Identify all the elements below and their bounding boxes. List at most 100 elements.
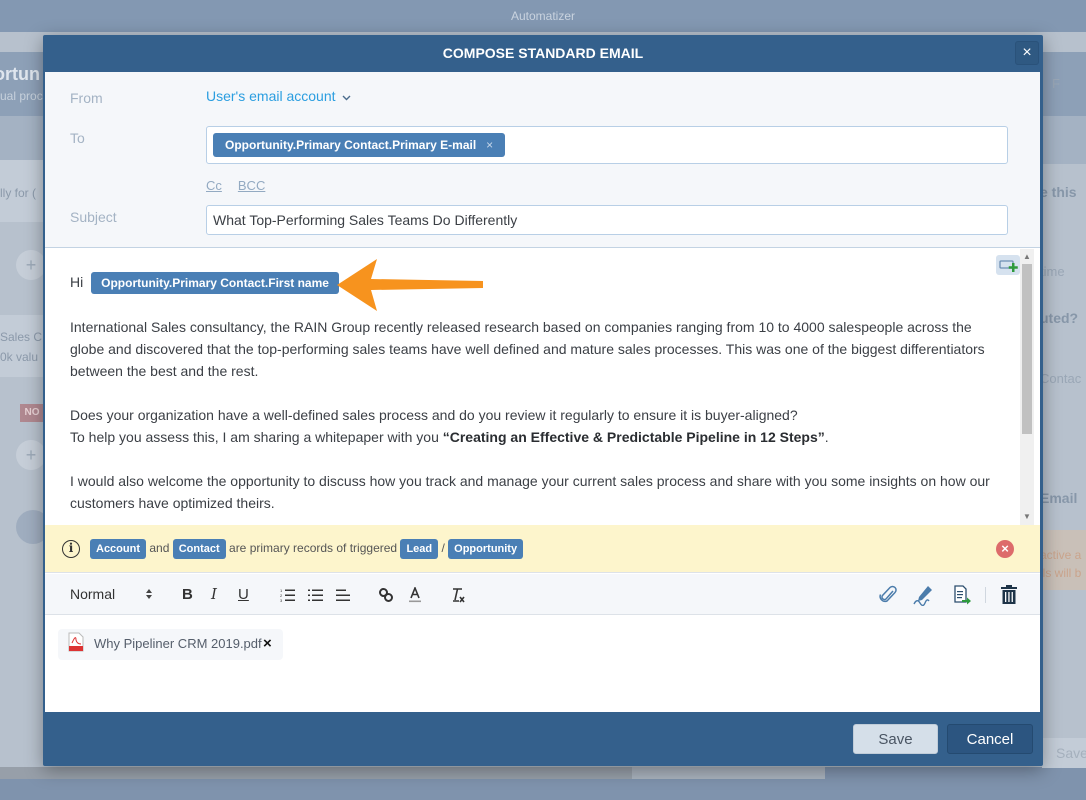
format-select-arrows-icon[interactable] bbox=[145, 574, 153, 615]
lead-token: Lead bbox=[400, 539, 439, 559]
background-left-card-2: Sales C 0k valu bbox=[0, 315, 44, 377]
insert-field-button[interactable] bbox=[996, 255, 1020, 275]
template-insert-icon bbox=[954, 585, 971, 605]
background-header-subtitle: ual proc bbox=[0, 89, 43, 103]
bcc-link[interactable]: BCC bbox=[238, 178, 265, 193]
subject-label: Subject bbox=[70, 209, 117, 225]
ordered-list-icon: 123 bbox=[280, 588, 295, 603]
first-name-token[interactable]: Opportunity.Primary Contact.First name bbox=[91, 272, 339, 294]
format-select-value: Normal bbox=[70, 586, 116, 602]
background-horizontal-scrollbar bbox=[0, 767, 825, 779]
background-contact-label: Contac bbox=[1040, 371, 1082, 386]
text-color-button[interactable] bbox=[408, 574, 422, 615]
underline-button[interactable]: U bbox=[238, 574, 249, 615]
bold-button[interactable]: B bbox=[182, 574, 193, 615]
app-title: Automatizer bbox=[510, 9, 576, 23]
background-left-card-2-line2: 0k valu bbox=[0, 350, 39, 364]
align-button[interactable] bbox=[336, 574, 352, 615]
save-button[interactable]: Save bbox=[853, 724, 938, 754]
body-paragraph-2-line2-suffix: . bbox=[824, 429, 829, 445]
email-body-editor[interactable]: Hi Opportunity.Primary Contact.First nam… bbox=[45, 249, 1040, 525]
attachment-item[interactable]: Why Pipeliner CRM 2019.pdf × bbox=[58, 629, 283, 660]
bullet-list-button[interactable] bbox=[308, 574, 324, 615]
insert-field-icon bbox=[999, 260, 1018, 272]
background-save-button: Save bbox=[1042, 738, 1086, 768]
clear-format-button[interactable] bbox=[450, 574, 466, 615]
dialog-footer: Save Cancel bbox=[43, 712, 1043, 766]
background-time-label: time bbox=[1040, 264, 1065, 279]
cc-bcc-links: Cc BCC bbox=[206, 178, 281, 193]
contact-token: Contact bbox=[172, 539, 226, 559]
remove-recipient-icon[interactable]: × bbox=[486, 138, 493, 152]
recipient-token-label: Opportunity.Primary Contact.Primary E-ma… bbox=[225, 138, 477, 152]
email-fields: From User's email account To Opportunity… bbox=[45, 72, 1040, 248]
dismiss-info-button[interactable]: × bbox=[996, 540, 1014, 558]
bullet-list-icon bbox=[308, 589, 323, 602]
background-left-card: lly for ( bbox=[0, 160, 44, 222]
background-question-2: uted? bbox=[1040, 310, 1079, 326]
background-warning-line2: ils will b bbox=[1040, 566, 1082, 580]
cc-link[interactable]: Cc bbox=[206, 178, 222, 193]
body-paragraph-2: Does your organization have a well-defin… bbox=[70, 404, 1000, 448]
from-label: From bbox=[70, 90, 103, 106]
background-header-title: ortun bbox=[0, 64, 40, 84]
dialog-body: From User's email account To Opportunity… bbox=[45, 72, 1040, 712]
delete-button[interactable] bbox=[1000, 574, 1018, 615]
cancel-button[interactable]: Cancel bbox=[947, 724, 1033, 754]
toolbar-divider bbox=[985, 587, 986, 603]
scroll-down-arrow-icon[interactable]: ▼ bbox=[1020, 511, 1034, 523]
whitepaper-title: “Creating an Effective & Predictable Pip… bbox=[442, 429, 825, 445]
greeting-line: Hi Opportunity.Primary Contact.First nam… bbox=[70, 271, 1000, 294]
info-icon: i bbox=[62, 540, 80, 558]
template-button[interactable] bbox=[953, 574, 971, 615]
background-warning: active a ils will b bbox=[1040, 530, 1086, 590]
editor-scrollbar[interactable]: ▲ ▼ bbox=[1020, 249, 1034, 525]
dialog-title: COMPOSE STANDARD EMAIL bbox=[442, 45, 644, 61]
close-button[interactable]: × bbox=[1015, 41, 1039, 65]
greeting-text: Hi bbox=[70, 274, 84, 290]
signature-button[interactable] bbox=[913, 574, 935, 615]
info-banner: i Account and Contact are primary record… bbox=[45, 525, 1040, 573]
to-label: To bbox=[70, 130, 85, 146]
scroll-thumb[interactable] bbox=[1022, 264, 1032, 434]
background-plus-icon-2: + bbox=[16, 440, 46, 470]
link-button[interactable] bbox=[378, 574, 394, 615]
body-paragraph-2-line1: Does your organization have a well-defin… bbox=[70, 407, 798, 423]
info-slash: / bbox=[441, 541, 445, 555]
format-select[interactable]: Normal bbox=[70, 574, 115, 615]
attachment-name: Why Pipeliner CRM 2019.pdf bbox=[94, 636, 262, 651]
info-and: and bbox=[149, 541, 170, 555]
body-paragraph-1: International Sales consultancy, the RAI… bbox=[70, 319, 985, 379]
orange-arrow-annotation bbox=[337, 259, 483, 311]
body-paragraph-2-line2-prefix: To help you assess this, I am sharing a … bbox=[70, 429, 443, 445]
svg-text:3: 3 bbox=[280, 598, 283, 602]
background-question-1: e this bbox=[1040, 184, 1077, 200]
attach-file-button[interactable] bbox=[879, 574, 897, 615]
from-value: User's email account bbox=[206, 88, 336, 104]
scroll-up-arrow-icon[interactable]: ▲ bbox=[1020, 251, 1034, 263]
subject-input[interactable] bbox=[206, 205, 1008, 235]
background-plus-icon: + bbox=[16, 250, 46, 280]
opportunity-token: Opportunity bbox=[448, 539, 524, 559]
from-dropdown[interactable]: User's email account bbox=[206, 88, 351, 104]
background-scroll-thumb bbox=[0, 767, 632, 779]
recipient-token[interactable]: Opportunity.Primary Contact.Primary E-ma… bbox=[213, 133, 506, 157]
info-message: are primary records of triggered bbox=[229, 541, 398, 555]
account-token: Account bbox=[90, 539, 146, 559]
signature-icon bbox=[913, 586, 932, 607]
paperclip-icon bbox=[879, 586, 897, 603]
background-warning-line1: active a bbox=[1040, 548, 1082, 562]
info-text: Account and Contact are primary records … bbox=[90, 539, 524, 559]
clear-format-icon bbox=[453, 588, 465, 603]
text-color-icon bbox=[409, 586, 421, 603]
background-no-badge: NO bbox=[20, 404, 44, 422]
ordered-list-button[interactable]: 123 bbox=[280, 574, 296, 615]
email-body-content[interactable]: Hi Opportunity.Primary Contact.First nam… bbox=[70, 271, 1000, 525]
italic-button[interactable]: I bbox=[211, 574, 217, 615]
body-paragraph-3: I would also welcome the opportunity to … bbox=[70, 473, 990, 511]
trash-icon bbox=[1001, 585, 1017, 605]
to-field[interactable]: Opportunity.Primary Contact.Primary E-ma… bbox=[206, 126, 1008, 164]
remove-attachment-icon[interactable]: × bbox=[263, 635, 272, 652]
pdf-file-icon bbox=[68, 632, 84, 652]
background-refresh-label: F bbox=[1052, 76, 1060, 91]
